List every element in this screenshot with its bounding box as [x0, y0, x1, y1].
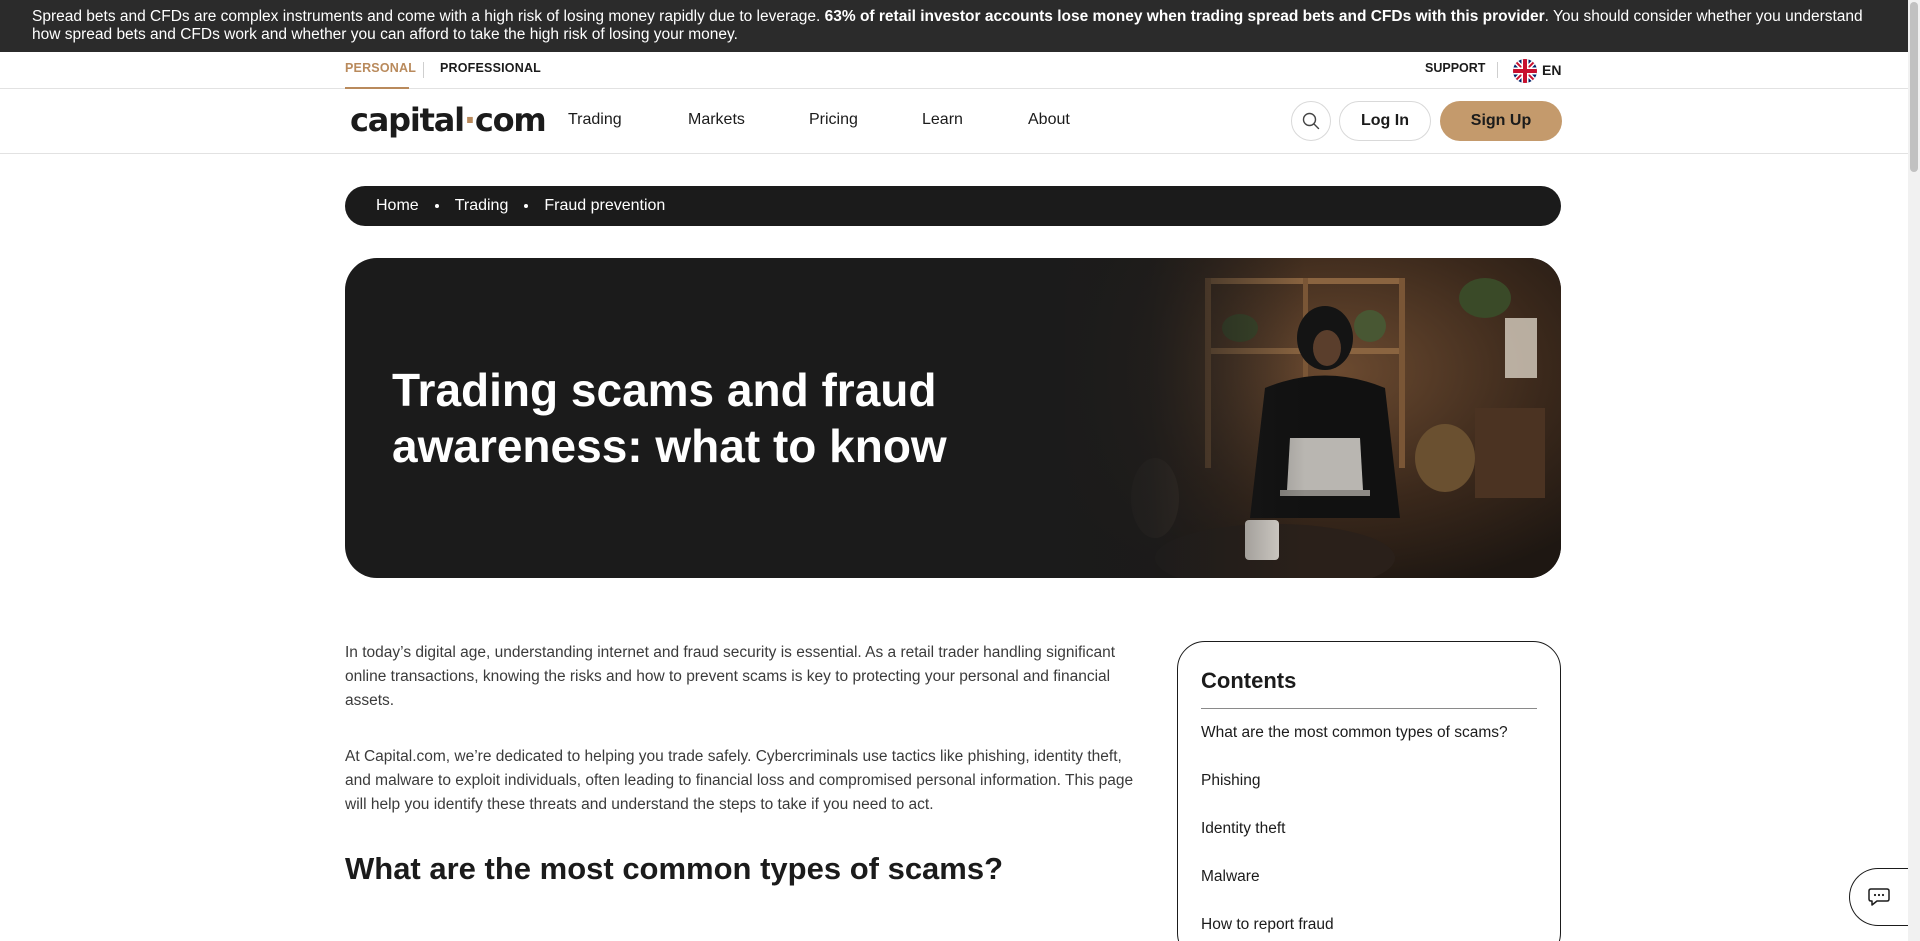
- sign-up-button[interactable]: Sign Up: [1440, 101, 1562, 141]
- logo-text-right: com: [474, 101, 547, 139]
- breadcrumb: Home Trading Fraud prevention: [345, 186, 1561, 226]
- breadcrumb-home[interactable]: Home: [376, 197, 419, 215]
- breadcrumb-trading[interactable]: Trading: [455, 197, 509, 215]
- section-heading: What are the most common types of scams?: [345, 851, 1004, 886]
- search-button[interactable]: [1291, 101, 1331, 141]
- support-link[interactable]: SUPPORT: [1425, 61, 1485, 75]
- intro-paragraph: At Capital.com, we’re dedicated to helpi…: [345, 748, 1134, 813]
- nav-pricing[interactable]: Pricing: [809, 111, 858, 129]
- hero-gradient-overlay: [1045, 258, 1305, 578]
- nav-trading[interactable]: Trading: [568, 111, 622, 129]
- risk-warning-text: Spread bets and CFDs are complex instrum…: [32, 8, 825, 25]
- nav-learn[interactable]: Learn: [922, 111, 963, 129]
- nav-about[interactable]: About: [1028, 111, 1070, 129]
- uk-flag-icon[interactable]: [1513, 59, 1537, 83]
- page-title: Trading scams and fraud awareness: what …: [392, 364, 947, 472]
- chat-button[interactable]: [1849, 868, 1908, 926]
- intro-paragraph: In today’s digital age, understanding in…: [345, 644, 1116, 709]
- breadcrumb-current: Fraud prevention: [544, 197, 666, 214]
- article-body: In today’s digital age, understanding in…: [345, 641, 1145, 887]
- scrollbar-thumb[interactable]: [1910, 2, 1918, 172]
- capital-com-logo[interactable]: capital·com: [350, 101, 547, 139]
- contents-item-malware[interactable]: Malware: [1201, 861, 1537, 909]
- segment-bar: PERSONAL PROFESSIONAL SUPPORT EN: [0, 52, 1908, 89]
- breadcrumb-separator: [524, 204, 529, 208]
- table-of-contents: Contents What are the most common types …: [1177, 641, 1561, 941]
- search-icon: [1302, 112, 1320, 130]
- contents-item-common-scams[interactable]: What are the most common types of scams?: [1201, 717, 1537, 765]
- page-scrollbar[interactable]: [1908, 0, 1920, 941]
- nav-markets[interactable]: Markets: [688, 111, 745, 129]
- chat-icon: [1868, 888, 1890, 906]
- breadcrumb-separator: [434, 204, 439, 208]
- divider: [423, 62, 424, 78]
- contents-item-phishing[interactable]: Phishing: [1201, 765, 1537, 813]
- language-selector[interactable]: EN: [1542, 62, 1561, 78]
- main-header: capital·com Trading Markets Pricing Lear…: [0, 89, 1908, 154]
- logo-text-left: capital: [350, 101, 465, 139]
- contents-item-identity-theft[interactable]: Identity theft: [1201, 813, 1537, 861]
- risk-warning-banner: Spread bets and CFDs are complex instrum…: [0, 0, 1908, 52]
- personal-link[interactable]: PERSONAL: [345, 61, 416, 75]
- divider: [1497, 62, 1498, 78]
- professional-link[interactable]: PROFESSIONAL: [440, 61, 541, 75]
- contents-item-report-fraud[interactable]: How to report fraud: [1201, 909, 1537, 941]
- contents-title: Contents: [1201, 668, 1537, 709]
- risk-warning-stat: 63% of retail investor accounts lose mon…: [824, 8, 1545, 25]
- logo-dot: ·: [463, 101, 476, 139]
- hero-banner: Trading scams and fraud awareness: what …: [345, 258, 1561, 578]
- log-in-button[interactable]: Log In: [1339, 101, 1431, 141]
- contents-list: What are the most common types of scams?…: [1201, 717, 1537, 941]
